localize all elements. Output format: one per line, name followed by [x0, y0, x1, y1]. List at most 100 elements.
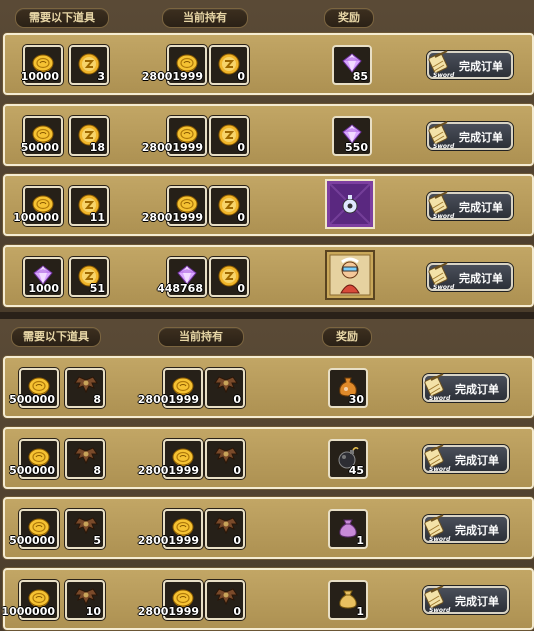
required-item-slot[interactable]: 5 — [65, 509, 105, 549]
required-item-slot[interactable]: 8 — [65, 368, 105, 408]
reward-quantity: 1 — [356, 605, 364, 618]
complete-order-label: 完成订单 — [455, 383, 499, 396]
owned-item-slot[interactable]: 0 — [209, 186, 249, 226]
required-item-slot[interactable]: 3 — [69, 45, 109, 85]
order-row: 500000 8 28001999 0 45 完成订单 Sword — [3, 427, 534, 489]
owned-item-slot[interactable]: 0 — [205, 439, 245, 479]
character-card-icon — [325, 250, 375, 304]
reward-slot[interactable]: 1 — [328, 509, 368, 549]
header-need: 需要以下道具 — [11, 327, 101, 347]
item-quantity: 50000 — [20, 141, 59, 154]
required-item-slot[interactable]: 11 — [69, 186, 109, 226]
owned-item-slot[interactable]: 0 — [209, 116, 249, 156]
reward-quantity: 550 — [345, 141, 368, 154]
reward-slot[interactable]: 45 — [328, 439, 368, 479]
required-item-slot[interactable]: 18 — [69, 116, 109, 156]
header-reward: 奖励 — [324, 8, 374, 28]
required-item-slot[interactable]: 500000 — [9, 509, 59, 549]
complete-order-label: 完成订单 — [455, 454, 499, 467]
complete-order-label: 完成订单 — [459, 131, 503, 144]
required-item-slot[interactable]: 1000000 — [1, 580, 59, 620]
complete-order-label: 完成订单 — [459, 60, 503, 73]
reward-quantity: 85 — [352, 70, 368, 83]
item-quantity: 500000 — [9, 464, 55, 477]
order-row: 1000000 10 28001999 0 1 完成订单 Sword — [1, 568, 534, 630]
complete-order-label: 完成订单 — [459, 272, 503, 285]
complete-order-label: 完成订单 — [455, 595, 499, 608]
reward-slot[interactable]: 1 — [328, 580, 368, 620]
order-row: 50000 18 28001999 0 550 完成订单 Sword — [3, 104, 534, 166]
complete-order-button[interactable]: 完成订单 Sword — [427, 121, 513, 150]
owned-item-slot[interactable]: 0 — [205, 509, 245, 549]
item-quantity: 0 — [237, 70, 245, 83]
order-row: 500000 8 28001999 0 30 完成订单 Sword — [3, 356, 534, 418]
required-item-slot[interactable]: 100000 — [13, 186, 63, 226]
owned-item-slot[interactable]: 28001999 — [142, 116, 207, 156]
complete-order-button[interactable]: 完成订单 Sword — [423, 514, 509, 543]
item-quantity: 0 — [237, 282, 245, 295]
required-item-slot[interactable]: 50000 — [20, 116, 63, 156]
sword-label: Sword — [429, 607, 451, 614]
item-quantity: 1000000 — [1, 605, 55, 618]
owned-item-slot[interactable]: 28001999 — [138, 439, 203, 479]
required-item-slot[interactable]: 1000 — [23, 257, 63, 297]
complete-order-button[interactable]: 完成订单 Sword — [423, 444, 509, 473]
required-item-slot[interactable]: 500000 — [9, 439, 59, 479]
complete-order-button[interactable]: 完成订单 Sword — [423, 585, 509, 614]
item-quantity: 0 — [233, 534, 241, 547]
owned-item-slot[interactable]: 448768 — [157, 257, 207, 297]
item-quantity: 28001999 — [137, 464, 199, 477]
complete-order-button[interactable]: 完成订单 Sword — [427, 191, 513, 220]
required-item-slot[interactable]: 10000 — [20, 45, 63, 85]
item-quantity: 11 — [89, 211, 105, 224]
owned-item-slot[interactable]: 0 — [205, 580, 245, 620]
item-quantity: 28001999 — [141, 70, 203, 83]
order-panel-2: 需要以下道具 当前持有 奖励 500000 8 28001999 0 30 完成订单 Swo… — [0, 319, 534, 631]
owned-item-slot[interactable]: 0 — [209, 45, 249, 85]
required-item-slot[interactable]: 51 — [69, 257, 109, 297]
reward-slot[interactable]: 550 — [332, 116, 372, 156]
item-quantity: 448768 — [157, 282, 203, 295]
item-quantity: 18 — [89, 141, 105, 154]
header-have: 当前持有 — [162, 8, 248, 28]
reward-slot[interactable]: 85 — [332, 45, 372, 85]
owned-item-slot[interactable]: 0 — [205, 368, 245, 408]
required-item-slot[interactable]: 500000 — [9, 368, 59, 408]
sword-label: Sword — [429, 466, 451, 473]
item-quantity: 10000 — [20, 70, 59, 83]
item-quantity: 28001999 — [141, 141, 203, 154]
item-quantity: 0 — [233, 605, 241, 618]
item-quantity: 0 — [233, 464, 241, 477]
item-quantity: 28001999 — [137, 605, 199, 618]
complete-order-button[interactable]: 完成订单 Sword — [427, 50, 513, 79]
item-quantity: 51 — [89, 282, 105, 295]
header-reward: 奖励 — [322, 327, 372, 347]
item-quantity: 28001999 — [137, 534, 199, 547]
complete-order-button[interactable]: 完成订单 Sword — [423, 373, 509, 402]
order-row: 10000 3 28001999 0 85 完成订单 Sword — [3, 33, 534, 95]
required-item-slot[interactable]: 8 — [65, 439, 105, 479]
sword-label: Sword — [433, 143, 455, 150]
owned-item-slot[interactable]: 28001999 — [142, 45, 207, 85]
owned-item-slot[interactable]: 28001999 — [138, 368, 203, 408]
required-item-slot[interactable]: 10 — [65, 580, 105, 620]
reward-quantity: 45 — [348, 464, 364, 477]
purple-card-icon — [325, 179, 375, 233]
owned-item-slot[interactable]: 28001999 — [138, 509, 203, 549]
owned-item-slot[interactable]: 0 — [209, 257, 249, 297]
reward-quantity: 1 — [356, 534, 364, 547]
order-panel-1: 需要以下道具 当前持有 奖励 10000 3 28001999 0 85 完成订单 Swor… — [0, 0, 534, 312]
complete-order-button[interactable]: 完成订单 Sword — [427, 262, 513, 291]
header-need: 需要以下道具 — [15, 8, 109, 28]
sword-label: Sword — [433, 213, 455, 220]
reward-slot[interactable] — [325, 179, 375, 229]
reward-slot[interactable] — [325, 250, 375, 300]
owned-item-slot[interactable]: 28001999 — [142, 186, 207, 226]
item-quantity: 10 — [85, 605, 101, 618]
item-quantity: 100000 — [13, 211, 59, 224]
item-quantity: 0 — [237, 141, 245, 154]
reward-slot[interactable]: 30 — [328, 368, 368, 408]
complete-order-label: 完成订单 — [455, 524, 499, 537]
owned-item-slot[interactable]: 28001999 — [138, 580, 203, 620]
item-quantity: 8 — [93, 464, 101, 477]
